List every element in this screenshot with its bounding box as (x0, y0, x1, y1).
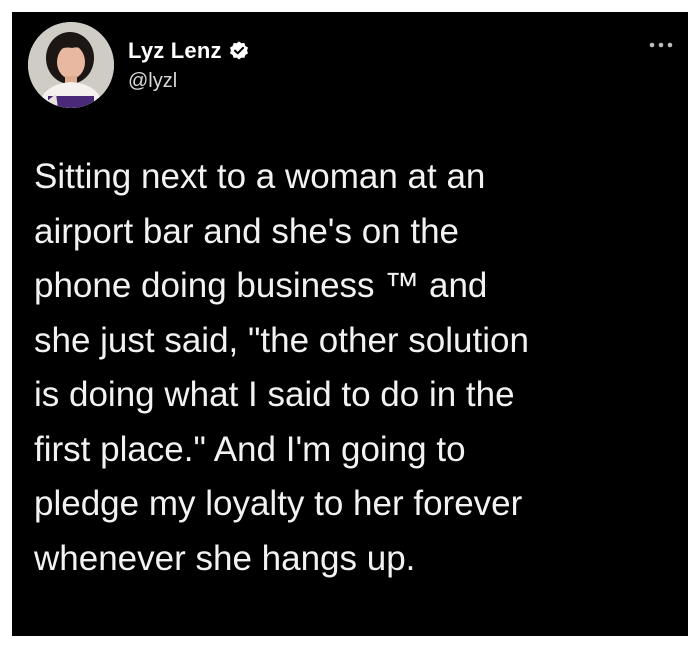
avatar[interactable] (28, 22, 114, 108)
author-display-name[interactable]: Lyz Lenz (128, 38, 222, 64)
profile-photo-icon (28, 22, 114, 108)
tweet-card: Lyz Lenz @lyzl Sitting next to a woman a… (12, 12, 688, 636)
more-horizontal-icon[interactable] (648, 38, 674, 52)
tweet-text: Sitting next to a woman at an airport ba… (34, 157, 529, 578)
author-name-row: Lyz Lenz (128, 38, 250, 64)
author-handle[interactable]: @lyzl (128, 70, 177, 93)
verified-badge-icon (228, 40, 250, 62)
